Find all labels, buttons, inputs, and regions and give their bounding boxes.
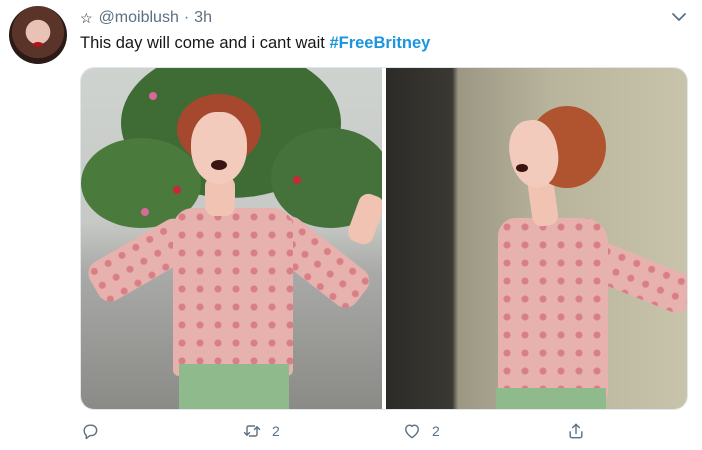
tweet-media[interactable]: [80, 67, 688, 410]
separator-dot: ·: [183, 9, 190, 26]
tweet[interactable]: ☆ @moiblush · 3h This day will come and …: [0, 0, 702, 450]
retweet-button[interactable]: 2: [242, 418, 280, 444]
flower: [173, 186, 181, 194]
tweet-body: This day will come and i cant wait: [80, 34, 325, 52]
tweet-text: This day will come and i cant wait #Free…: [80, 34, 430, 53]
flower: [141, 208, 149, 216]
reply-icon: [83, 424, 98, 440]
retweet-count: 2: [272, 423, 280, 439]
reply-button[interactable]: [80, 418, 100, 444]
like-count: 2: [432, 423, 440, 439]
shirt: [173, 208, 293, 376]
photo-right[interactable]: [386, 68, 687, 409]
heart-icon: [405, 424, 419, 439]
hashtag-link[interactable]: #FreeBritney: [329, 34, 430, 52]
avatar[interactable]: [9, 6, 67, 64]
share-button[interactable]: [566, 418, 586, 444]
photo-left[interactable]: [81, 68, 382, 409]
action-bar: 2 2: [80, 418, 688, 444]
avatar-lips: [33, 42, 43, 47]
share-icon: [569, 423, 583, 439]
timestamp[interactable]: 3h: [194, 9, 212, 27]
mouth: [211, 160, 227, 170]
retweet-icon: [243, 425, 261, 437]
star-icon: ☆: [80, 9, 93, 26]
flower: [149, 92, 157, 100]
mouth: [516, 164, 528, 172]
chevron-down-icon[interactable]: [670, 10, 688, 24]
shirt: [498, 218, 608, 400]
username[interactable]: @moiblush: [99, 9, 179, 27]
pants: [179, 364, 289, 409]
flower: [293, 176, 301, 184]
like-button[interactable]: 2: [402, 418, 440, 444]
face: [191, 112, 247, 184]
pants: [496, 388, 606, 409]
tweet-header: ☆ @moiblush · 3h: [80, 8, 212, 28]
